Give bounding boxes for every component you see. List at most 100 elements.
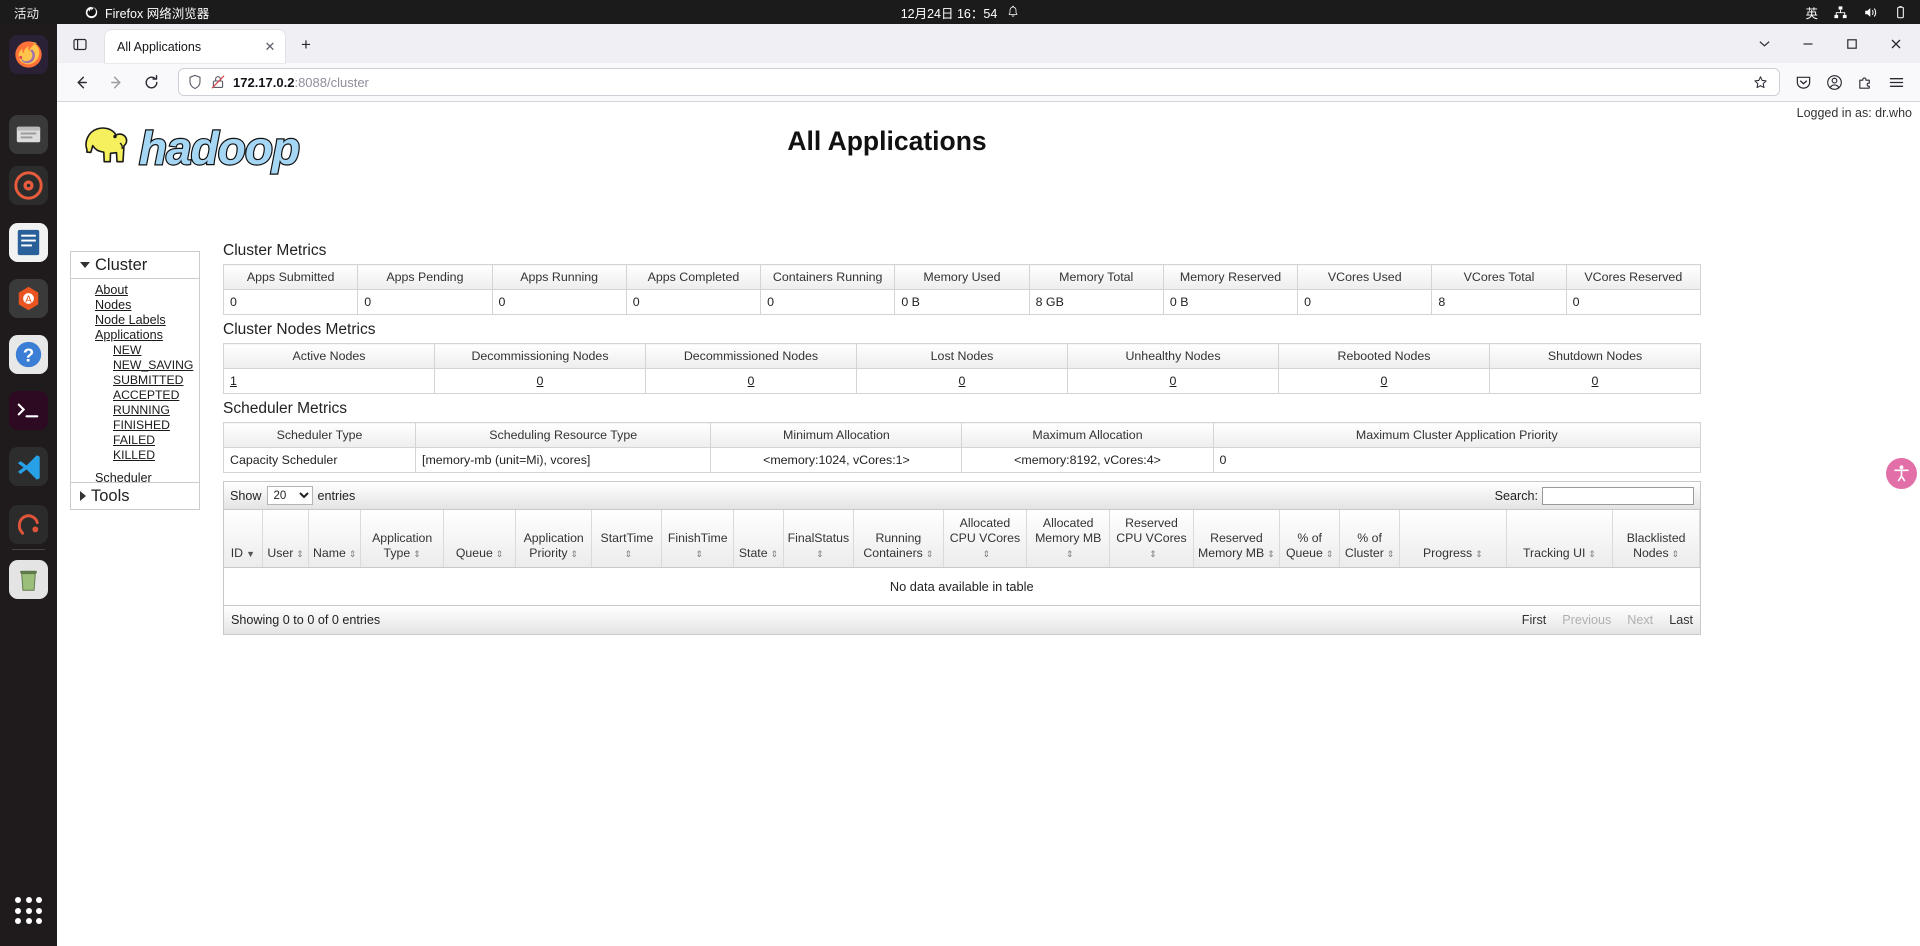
shield-icon[interactable] (187, 74, 203, 90)
sidebar-item-submitted[interactable]: SUBMITTED (71, 373, 199, 388)
sidebar-item-node-labels[interactable]: Node Labels (71, 313, 199, 328)
col-reserved-memory-mb[interactable]: Reserved Memory MB ⇕ (1193, 510, 1281, 568)
val-decommissioned-nodes[interactable]: 0 (748, 374, 755, 388)
col-user[interactable]: User ⇕ (262, 510, 310, 568)
dock-item-terminal[interactable] (8, 390, 49, 431)
app-menu-button[interactable] (1881, 67, 1912, 97)
col-apps-pending: Apps Pending (357, 264, 493, 290)
dock-item-gitkraken[interactable] (8, 504, 49, 545)
grid-dot (36, 907, 43, 914)
grid-dot (36, 897, 43, 903)
col-state[interactable]: State ⇕ (733, 510, 784, 568)
tab-list-icon (73, 38, 87, 51)
col-allocated-memory-mb[interactable]: Allocated Memory MB ⇕ (1026, 510, 1111, 568)
sidebar-item-nodes[interactable]: Nodes (71, 298, 199, 313)
col-application-priority[interactable]: Application Priority ⇕ (515, 510, 593, 568)
col-percent-of-queue[interactable]: % of Queue ⇕ (1279, 510, 1341, 568)
system-tray[interactable]: 英 (1805, 0, 1908, 24)
dock-item-libreoffice-writer[interactable] (8, 222, 49, 263)
save-to-pocket-button[interactable] (1788, 67, 1819, 97)
dock-item-firefox[interactable] (8, 34, 49, 75)
sidebar-item-new-saving[interactable]: NEW_SAVING (71, 358, 199, 373)
minimize-button[interactable] (1786, 25, 1830, 63)
clock-menu[interactable]: 12月24日 16：54 (810, 3, 1110, 22)
col-application-type[interactable]: Application Type ⇕ (360, 510, 445, 568)
pagination-first[interactable]: First (1522, 613, 1546, 627)
lock-crossed-icon[interactable] (210, 74, 226, 90)
page-length-select[interactable]: 20 40 60 80 100 (266, 486, 313, 505)
sidebar-item-accepted[interactable]: ACCEPTED (71, 388, 199, 403)
forward-button[interactable] (100, 67, 132, 97)
dock-item-ubuntu-software[interactable]: A (8, 278, 49, 319)
dock-item-trash[interactable] (8, 559, 49, 600)
val-lost-nodes[interactable]: 0 (959, 374, 966, 388)
dock-item-files[interactable] (8, 114, 49, 155)
tab-strip: All Applications ✕ + (57, 24, 1920, 63)
val-unhealthy-nodes[interactable]: 0 (1170, 374, 1177, 388)
chevron-right-icon[interactable] (80, 491, 86, 501)
account-button[interactable] (1819, 67, 1850, 97)
sort-both-icon: ⇕ (1065, 549, 1074, 559)
dock-item-help[interactable]: ? (8, 334, 49, 375)
col-starttime[interactable]: StartTime ⇕ (591, 510, 663, 568)
maximize-button[interactable] (1830, 25, 1874, 63)
pagination-last[interactable]: Last (1669, 613, 1693, 627)
dock-item-vscode[interactable] (8, 446, 49, 487)
sidebar-item-finished[interactable]: FINISHED (71, 418, 199, 433)
accessibility-widget-button[interactable] (1886, 458, 1917, 489)
dock-item-rhythmbox[interactable] (8, 165, 49, 206)
val-apps-submitted: 0 (222, 289, 359, 315)
col-label: Application Type (372, 531, 433, 560)
col-percent-of-cluster[interactable]: % of Cluster ⇕ (1339, 510, 1401, 568)
list-all-tabs-button[interactable] (65, 29, 95, 59)
tab-overflow-chevron-down-icon[interactable] (1742, 25, 1786, 63)
search-input[interactable] (1542, 486, 1694, 505)
pagination-next[interactable]: Next (1627, 613, 1653, 627)
input-method-indicator[interactable]: 英 (1805, 3, 1818, 22)
col-tracking-ui[interactable]: Tracking UI ⇕ (1506, 510, 1614, 568)
extensions-button[interactable] (1850, 67, 1881, 97)
val-rebooted-nodes[interactable]: 0 (1381, 374, 1388, 388)
sidebar-item-running[interactable]: RUNNING (71, 403, 199, 418)
activities-button[interactable]: 活动 (0, 3, 53, 22)
col-reserved-cpu-vcores[interactable]: Reserved CPU VCores ⇕ (1109, 510, 1194, 568)
close-window-button[interactable] (1874, 25, 1918, 63)
back-button[interactable] (65, 67, 97, 97)
url-host: 172.17.0.2 (233, 74, 295, 90)
table-row: 0 0 0 0 0 0 B 8 GB 0 B 0 8 0 (222, 289, 1702, 315)
focused-app-indicator[interactable]: Firefox 网络浏览器 (85, 3, 209, 22)
pagination-previous[interactable]: Previous (1562, 613, 1611, 627)
scheduler-metrics-title: Scheduler Metrics (223, 400, 348, 417)
bookmark-star-icon[interactable] (1749, 71, 1771, 93)
col-progress[interactable]: Progress ⇕ (1399, 510, 1507, 568)
new-tab-button[interactable]: + (291, 30, 321, 60)
val-decommissioning-nodes[interactable]: 0 (537, 374, 544, 388)
sidebar-item-applications[interactable]: Applications (71, 328, 199, 343)
col-finishtime[interactable]: FinishTime ⇕ (661, 510, 735, 568)
col-allocated-cpu-vcores[interactable]: Allocated CPU VCores ⇕ (943, 510, 1028, 568)
tools-nav-header[interactable]: Tools (71, 483, 199, 509)
firefox-window: All Applications ✕ + 172.17.0.2:8088/clu… (57, 24, 1920, 946)
cluster-nav-header[interactable]: Cluster (71, 252, 199, 279)
sidebar-item-killed[interactable]: KILLED (71, 448, 199, 463)
close-tab-button[interactable]: ✕ (261, 38, 279, 56)
col-running-containers[interactable]: Running Containers ⇕ (853, 510, 944, 568)
chevron-down-icon[interactable] (80, 262, 90, 268)
col-blacklisted-nodes[interactable]: Blacklisted Nodes ⇕ (1612, 510, 1700, 568)
col-name[interactable]: Name ⇕ (308, 510, 362, 568)
url-bar[interactable]: 172.17.0.2:8088/cluster (178, 68, 1780, 96)
col-queue[interactable]: Queue ⇕ (443, 510, 516, 568)
url-text[interactable]: 172.17.0.2:8088/cluster (233, 75, 1749, 90)
sidebar-item-failed[interactable]: FAILED (71, 433, 199, 448)
sidebar-item-new[interactable]: NEW (71, 343, 199, 358)
show-applications-button[interactable] (10, 892, 48, 930)
sort-both-icon: ⇕ (1671, 549, 1680, 559)
val-active-nodes[interactable]: 1 (230, 374, 237, 388)
accessibility-icon (1894, 465, 1909, 482)
browser-tab[interactable]: All Applications ✕ (105, 30, 285, 63)
col-id[interactable]: ID ▼ (224, 510, 263, 568)
val-shutdown-nodes[interactable]: 0 (1592, 374, 1599, 388)
sidebar-item-about[interactable]: About (71, 283, 199, 298)
col-finalstatus[interactable]: FinalStatus ⇕ (783, 510, 854, 568)
reload-button[interactable] (135, 67, 167, 97)
